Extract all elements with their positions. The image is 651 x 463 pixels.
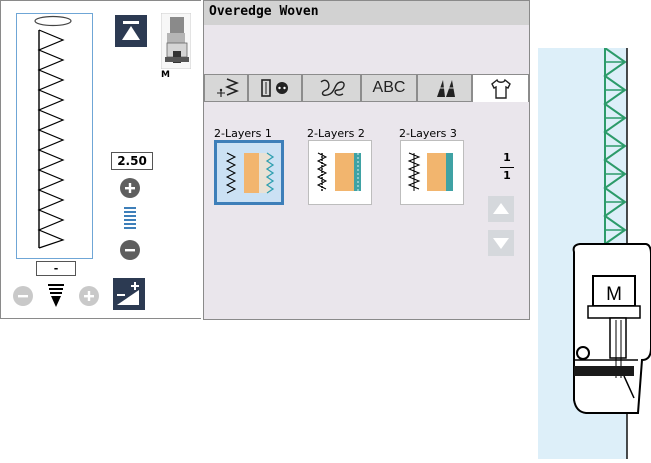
needle-up-icon [122, 21, 140, 40]
pattern-preview-icon [407, 152, 453, 191]
triangle-up-icon [493, 203, 509, 214]
pattern-button-2-layers-3[interactable] [400, 140, 464, 205]
pattern-preview-icon [316, 152, 361, 191]
triangle-down-icon [493, 238, 509, 249]
plus-icon [125, 183, 135, 193]
minus-icon [125, 249, 135, 252]
category-tabs: ABC [204, 74, 529, 102]
decorative-stitch-icon [320, 79, 345, 97]
tab-utility[interactable] [204, 74, 248, 102]
tab-quilt[interactable] [417, 74, 472, 102]
tension-adjust-icon [117, 282, 139, 305]
sewing-illustration: M [538, 47, 651, 459]
pattern-button-2-layers-2[interactable] [308, 140, 372, 205]
page-up-button[interactable] [488, 196, 514, 222]
tab-letters[interactable]: ABC [361, 74, 417, 102]
shirt-icon [490, 78, 511, 99]
presser-foot-icon [160, 12, 192, 70]
stitch-preview [16, 13, 93, 259]
fabric-presser-foot-graphic [538, 47, 651, 459]
pattern-label-1: 2-Layers 1 [214, 127, 272, 140]
stitch-width-value: 2.50 [111, 152, 153, 170]
length-decrease-button[interactable] [13, 286, 33, 306]
tension-adjust-button[interactable] [113, 278, 145, 310]
pattern-label-2: 2-Layers 2 [307, 127, 365, 140]
pattern-button-2-layers-1[interactable] [214, 140, 284, 205]
stitch-length-scale-icon [46, 283, 66, 309]
tab-letters-label: ABC [372, 79, 406, 96]
title-bar: Overedge Woven [204, 1, 529, 25]
stitch-preview-graphic [34, 15, 72, 249]
stitch-length-value: - [36, 261, 76, 276]
needle-position-button[interactable] [115, 15, 147, 47]
pattern-preview-icon [225, 152, 275, 194]
page-down-button[interactable] [488, 230, 514, 256]
minus-icon [18, 295, 28, 298]
buttonhole-icon [261, 79, 288, 97]
presser-foot-letter: M [606, 284, 622, 305]
tab-garment[interactable] [472, 74, 529, 102]
presser-foot-label: M [161, 70, 170, 80]
tab-buttonhole[interactable] [248, 74, 302, 102]
stitch-selection-panel: Overedge Woven ABC 2-Layers 1 2-Layers 2… [203, 0, 530, 320]
mode-title: Overedge Woven [209, 4, 319, 19]
utility-stitch-icon [217, 78, 239, 97]
width-decrease-button[interactable] [120, 240, 140, 260]
quilt-stitch-icon [434, 80, 455, 97]
plus-icon [84, 291, 94, 301]
page-current: 1 [503, 151, 511, 164]
page-total: 1 [503, 169, 511, 182]
length-increase-button[interactable] [79, 286, 99, 306]
width-increase-button[interactable] [120, 178, 140, 198]
pattern-label-3: 2-Layers 3 [399, 127, 457, 140]
tab-decorative[interactable] [302, 74, 361, 102]
stitch-width-scale-icon [122, 207, 138, 231]
stitch-settings-panel: M 2.50 - [0, 0, 201, 319]
